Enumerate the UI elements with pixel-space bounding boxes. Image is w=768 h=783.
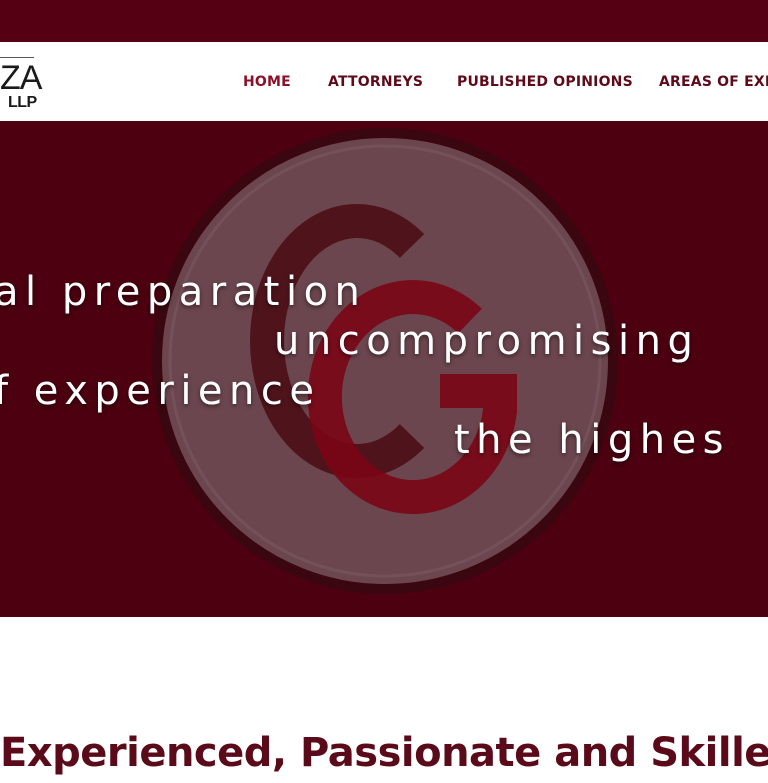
section-heading: Experienced, Passionate and Skilled <box>0 730 768 777</box>
nav-item-published-opinions[interactable]: PUBLISHED OPINIONS <box>457 74 633 90</box>
top-color-band <box>0 0 768 42</box>
main-nav: HOME ATTORNEYS PUBLISHED OPINIONS AREAS … <box>0 74 768 94</box>
logo-suffix: LLP <box>8 94 37 111</box>
site-header: ZA LLP HOME ATTORNEYS PUBLISHED OPINIONS… <box>0 42 768 121</box>
hero-line-4: the highes <box>454 417 731 463</box>
hero-line-3: f experience <box>0 368 321 414</box>
nav-item-areas-of-expertise[interactable]: AREAS OF EXPE <box>659 74 768 90</box>
nav-item-home[interactable]: HOME <box>243 74 291 90</box>
logo-rule <box>0 57 34 58</box>
hero-line-2: uncompromising <box>274 318 700 364</box>
hero-line-1: al preparation <box>0 269 367 315</box>
nav-item-attorneys[interactable]: ATTORNEYS <box>328 74 423 90</box>
hero-banner: al preparation uncompromising f experien… <box>0 121 768 617</box>
